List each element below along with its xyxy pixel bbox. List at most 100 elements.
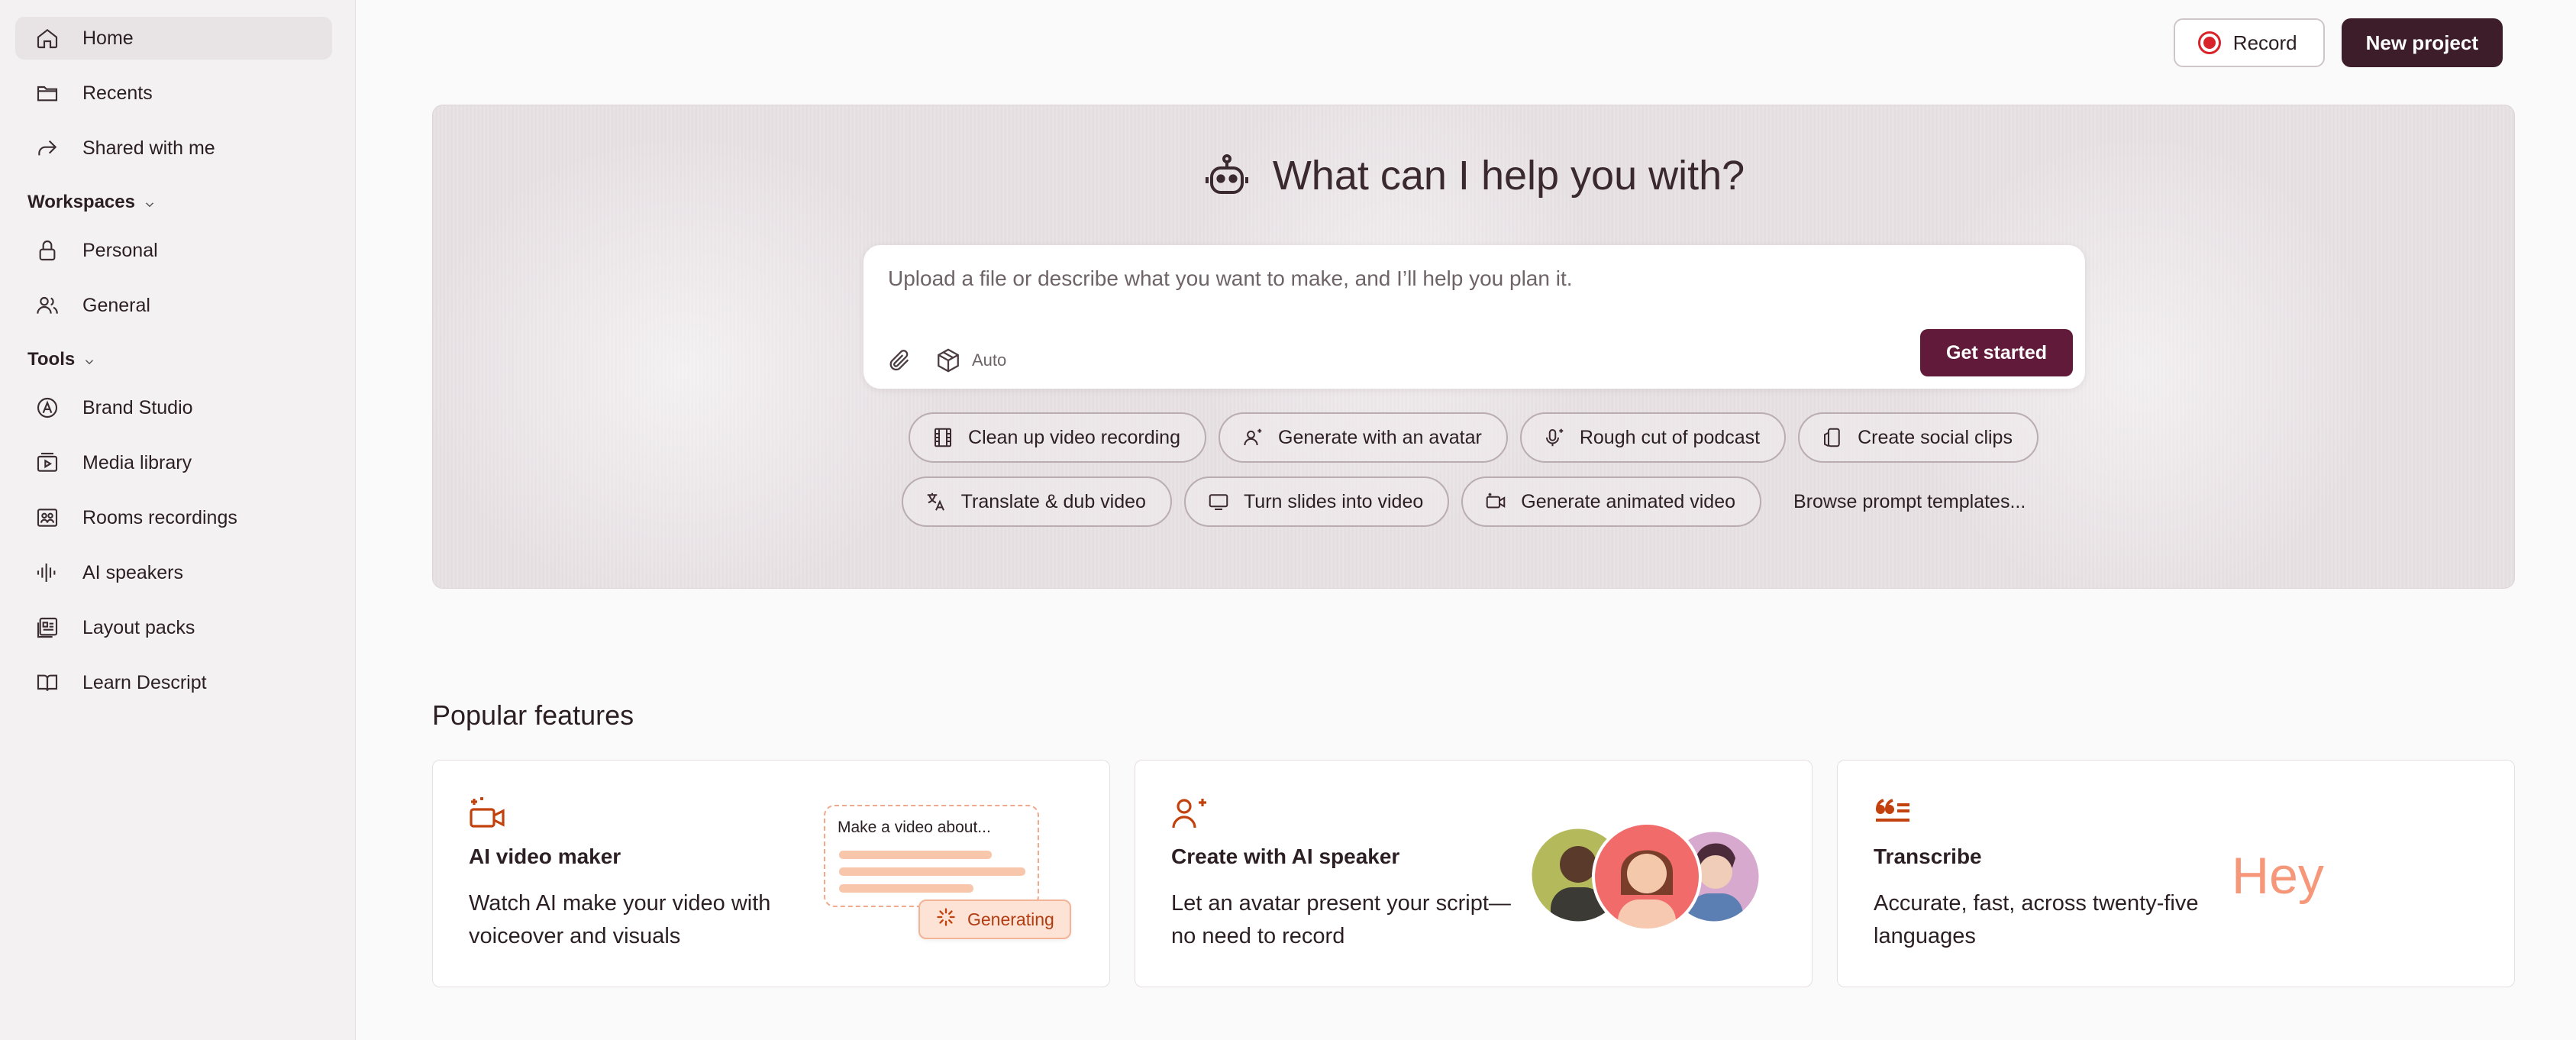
book-icon <box>35 670 60 695</box>
prompt-box: Auto Get started <box>864 245 2085 389</box>
sidebar-item-label: Personal <box>82 239 158 261</box>
folder-icon <box>35 81 60 105</box>
sidebar-item-label: AI speakers <box>82 561 184 583</box>
sidebar-item-label: Home <box>82 27 134 49</box>
record-icon <box>2197 31 2221 54</box>
generating-label: Generating <box>967 909 1054 929</box>
chip-label: Clean up video recording <box>968 426 1180 448</box>
mock-text-line <box>839 867 1025 876</box>
chip-label: Create social clips <box>1858 426 2013 448</box>
brand-icon <box>35 396 60 420</box>
share-arrow-icon <box>35 136 60 160</box>
avatar-illustration <box>1529 822 1767 932</box>
sidebar-item-rooms-recordings[interactable]: Rooms recordings <box>15 496 332 539</box>
model-selector[interactable]: Auto <box>935 347 1006 373</box>
users-icon <box>35 293 60 318</box>
card-description: Watch AI make your video with voiceover … <box>469 891 771 948</box>
card-title: Transcribe <box>1874 845 1982 868</box>
paperclip-icon[interactable] <box>886 347 912 373</box>
media-library-icon <box>35 451 60 475</box>
prompt-chips-row-2: Translate & dub video Turn slides into v… <box>433 476 2514 527</box>
sidebar-item-label: General <box>82 294 150 316</box>
chip-translate-dub[interactable]: Translate & dub video <box>901 476 1172 527</box>
chip-label: Generate with an avatar <box>1278 426 1482 448</box>
chip-slides-into-video[interactable]: Turn slides into video <box>1183 476 1450 527</box>
prompt-input[interactable] <box>888 266 2033 291</box>
sidebar-item-brand-studio[interactable]: Brand Studio <box>15 386 332 429</box>
microphone-sparkle-icon <box>1543 426 1566 449</box>
waveform-illustration: Hey <box>2229 829 2488 929</box>
video-sparkle-icon <box>468 796 508 829</box>
hero-heading: What can I help you with? <box>433 151 2514 200</box>
chip-rough-cut-podcast[interactable]: Rough cut of podcast <box>1519 412 1787 463</box>
quote-lines-icon <box>1873 796 1913 829</box>
sidebar-item-label: Recents <box>82 82 153 104</box>
sidebar: Home Recents Shared with me Workspaces P… <box>0 0 356 1040</box>
new-project-button[interactable]: New project <box>2341 18 2503 67</box>
chip-label: Translate & dub video <box>960 490 1146 512</box>
sidebar-item-media-library[interactable]: Media library <box>15 441 332 484</box>
film-icon <box>931 426 954 449</box>
sidebar-item-general[interactable]: General <box>15 284 332 327</box>
sidebar-item-recents[interactable]: Recents <box>15 72 332 115</box>
prompt-toolbar: Auto <box>886 347 1006 373</box>
sidebar-item-layout-packs[interactable]: Layout packs <box>15 606 332 649</box>
cube-icon <box>935 347 961 373</box>
waveform-icon <box>35 560 60 585</box>
sidebar-item-label: Brand Studio <box>82 396 193 418</box>
person-sparkle-icon <box>1170 796 1210 829</box>
mock-text-line <box>839 884 973 893</box>
hero-title: What can I help you with? <box>1272 153 1745 199</box>
sidebar-item-learn-descript[interactable]: Learn Descript <box>15 661 332 704</box>
card-title: AI video maker <box>469 845 621 868</box>
feature-card-ai-video-maker[interactable]: AI video maker Watch AI make your video … <box>432 760 1110 987</box>
browse-prompt-templates-link[interactable]: Browse prompt templates... <box>1774 476 2045 527</box>
avatar-sparkle-icon <box>1241 426 1264 449</box>
phone-clips-icon <box>1821 426 1844 449</box>
feature-card-ai-speaker[interactable]: Create with AI speaker Let an avatar pre… <box>1135 760 1813 987</box>
sidebar-item-label: Layout packs <box>82 616 195 638</box>
model-label: Auto <box>972 350 1007 370</box>
mock-text-line <box>839 851 992 859</box>
sidebar-item-shared[interactable]: Shared with me <box>15 127 332 170</box>
chevron-down-icon <box>82 353 96 367</box>
record-button[interactable]: Record <box>2173 18 2325 67</box>
tools-section-toggle[interactable]: Tools <box>27 347 355 373</box>
workspaces-section-toggle[interactable]: Workspaces <box>27 189 355 215</box>
mock-prompt-text: Make a video about... <box>838 819 991 836</box>
sidebar-item-label: Shared with me <box>82 137 215 159</box>
tools-heading: Tools <box>27 349 76 370</box>
wave-text: Hey <box>2232 847 2324 905</box>
top-actions: Record New project <box>2173 18 2503 67</box>
chip-generate-avatar[interactable]: Generate with an avatar <box>1219 412 1508 463</box>
ai-prompt-hero: What can I help you with? Auto Get start… <box>432 105 2515 589</box>
robot-icon <box>1202 151 1251 200</box>
chip-create-social-clips[interactable]: Create social clips <box>1798 412 2039 463</box>
sidebar-item-label: Rooms recordings <box>82 506 237 528</box>
record-label: Record <box>2232 31 2297 54</box>
workspaces-heading: Workspaces <box>27 192 135 212</box>
sidebar-item-personal[interactable]: Personal <box>15 229 332 272</box>
lock-icon <box>35 238 60 263</box>
layout-icon <box>35 615 60 640</box>
chip-clean-up-video[interactable]: Clean up video recording <box>909 412 1206 463</box>
prompt-mock-illustration: Make a video about... <box>824 805 1039 907</box>
chevron-down-icon <box>143 195 157 209</box>
sidebar-item-home[interactable]: Home <box>15 17 332 60</box>
chip-label: Rough cut of podcast <box>1579 426 1761 448</box>
card-description: Accurate, fast, across twenty-five langu… <box>1874 891 2199 948</box>
chip-label: Generate animated video <box>1521 490 1736 512</box>
sidebar-item-label: Learn Descript <box>82 671 207 693</box>
chip-generate-animated-video[interactable]: Generate animated video <box>1461 476 1762 527</box>
feature-card-transcribe[interactable]: Transcribe Accurate, fast, across twenty… <box>1837 760 2515 987</box>
get-started-button[interactable]: Get started <box>1920 329 2073 376</box>
animated-video-icon <box>1484 490 1507 513</box>
translate-icon <box>925 490 947 513</box>
chip-label: Turn slides into video <box>1243 490 1424 512</box>
popular-features-heading: Popular features <box>432 699 634 731</box>
slides-icon <box>1207 490 1230 513</box>
sidebar-item-ai-speakers[interactable]: AI speakers <box>15 551 332 594</box>
card-description: Let an avatar present your script—no nee… <box>1171 891 1511 948</box>
sidebar-item-label: Media library <box>82 451 192 473</box>
card-title: Create with AI speaker <box>1171 845 1400 868</box>
